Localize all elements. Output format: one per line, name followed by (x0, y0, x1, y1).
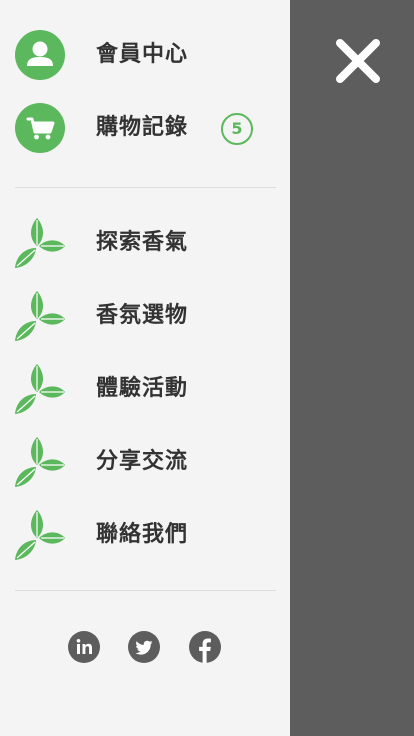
leaf-icon (15, 437, 65, 487)
app-screen: 會員中心 購物記錄 5 探索香氣 香氛選物 體驗活動 分享交流 聯絡我們 (0, 0, 414, 736)
menu-item-label: 探索香氣 (96, 230, 189, 255)
leaf-icon (15, 218, 65, 268)
menu-item-explore-scents[interactable]: 探索香氣 (15, 218, 277, 268)
twitter-button[interactable] (128, 631, 160, 663)
facebook-icon (199, 638, 211, 663)
linkedin-button[interactable] (68, 631, 100, 663)
menu-item-share[interactable]: 分享交流 (15, 437, 277, 487)
divider (15, 590, 276, 591)
order-count-badge: 5 (221, 113, 253, 145)
side-drawer: 會員中心 購物記錄 5 探索香氣 香氛選物 體驗活動 分享交流 聯絡我們 (0, 0, 290, 736)
user-icon (15, 30, 65, 80)
divider (15, 187, 276, 188)
menu-item-scent-selection[interactable]: 香氛選物 (15, 291, 277, 341)
leaf-icon (15, 364, 65, 414)
facebook-button[interactable] (189, 631, 221, 663)
menu-item-label: 會員中心 (96, 42, 189, 67)
menu-item-contact[interactable]: 聯絡我們 (15, 510, 277, 560)
overlay-backdrop[interactable] (290, 0, 414, 736)
menu-item-label: 體驗活動 (96, 376, 189, 401)
leaf-icon (15, 510, 65, 560)
menu-item-account[interactable]: 會員中心 (15, 30, 277, 80)
menu-item-orders[interactable]: 購物記錄 5 (15, 103, 277, 153)
linkedin-icon (76, 639, 92, 654)
close-button[interactable] (332, 36, 384, 86)
menu-item-label: 聯絡我們 (96, 522, 189, 547)
cart-icon (15, 103, 65, 153)
twitter-icon (135, 640, 153, 655)
close-icon (336, 39, 380, 83)
menu-item-label: 香氛選物 (96, 303, 189, 328)
menu-item-label: 購物記錄 (96, 115, 189, 140)
leaf-icon (15, 291, 65, 341)
menu-item-events[interactable]: 體驗活動 (15, 364, 277, 414)
menu-item-label: 分享交流 (96, 449, 189, 474)
